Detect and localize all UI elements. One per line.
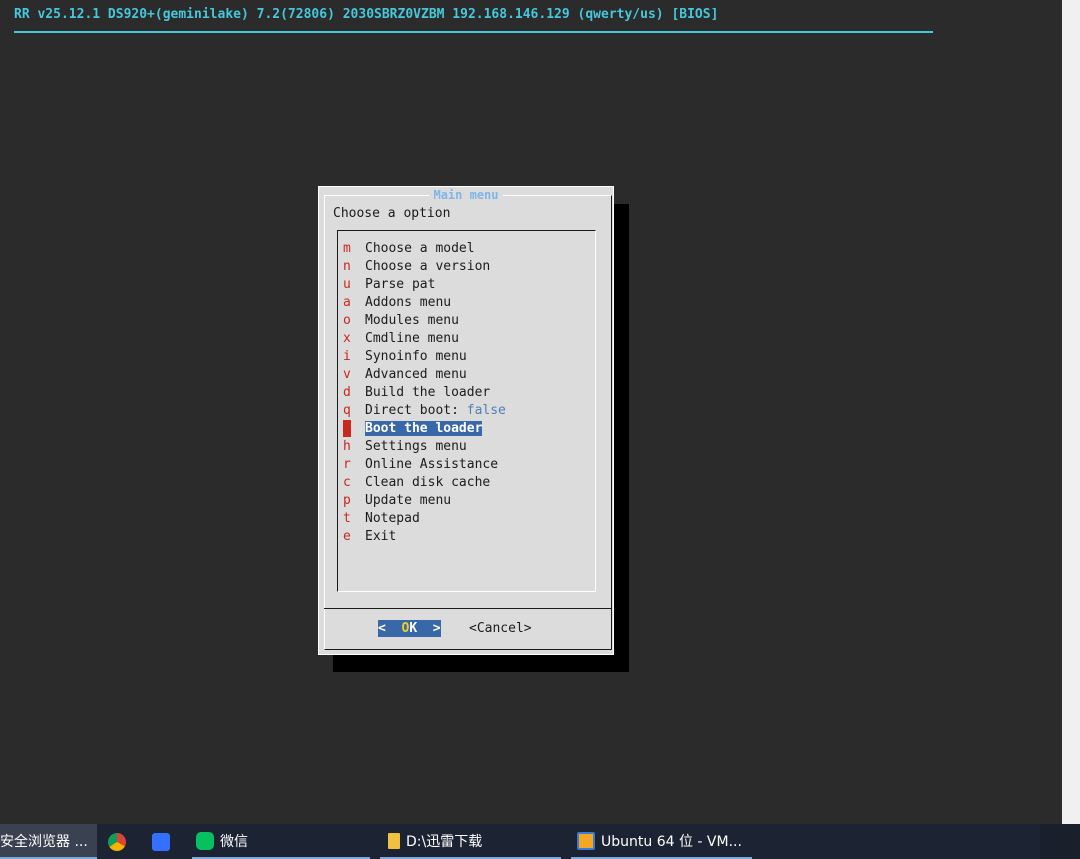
menu-item-label: Choose a version: [365, 259, 491, 274]
menu-item-label: Direct boot:: [365, 403, 467, 418]
system-tray[interactable]: [1040, 824, 1080, 859]
vertical-scrollbar[interactable]: [1062, 0, 1080, 824]
menu-item-key: a: [343, 295, 351, 310]
menu-item-label: Choose a model: [365, 241, 475, 256]
menu-item-key: v: [343, 367, 351, 382]
taskbar-chrome[interactable]: [108, 824, 132, 859]
menu-item-value: false: [466, 403, 506, 418]
menu-item[interactable]: x Cmdline menu: [343, 330, 459, 347]
taskbar-vmware[interactable]: Ubuntu 64 位 - VM...: [571, 824, 752, 859]
menu-item[interactable]: h Settings menu: [343, 438, 467, 455]
taskbar-browser[interactable]: 安全浏览器 ...: [0, 824, 97, 859]
menu-item-label: Modules menu: [365, 313, 459, 328]
menu-item-key: x: [343, 331, 351, 346]
dialog-prompt: Choose a option: [333, 206, 451, 221]
menu-item-label: Addons menu: [365, 295, 452, 310]
menu-item-label: Update menu: [365, 493, 452, 508]
menu-item[interactable]: q Direct boot: false: [343, 402, 506, 419]
menu-item[interactable]: o Modules menu: [343, 312, 459, 329]
menu-item-key: r: [343, 457, 351, 472]
menu-item[interactable]: r Online Assistance: [343, 456, 498, 473]
loader-header: RR v25.12.1 DS920+(geminilake) 7.2(72806…: [14, 7, 719, 22]
menu-item[interactable]: d Build the loader: [343, 384, 490, 401]
vmware-icon: [577, 831, 595, 850]
taskbar-feishu[interactable]: [152, 824, 176, 859]
menu-item-label: Boot the loader: [365, 421, 483, 436]
menu-item-label: Notepad: [365, 511, 420, 526]
dialog-title-text: Main menu: [429, 188, 503, 202]
menu-item-key: m: [343, 241, 351, 256]
menu-item-key: e: [343, 529, 351, 544]
menu-item[interactable]: n Choose a version: [343, 258, 490, 275]
header-rule: [14, 31, 933, 33]
menu-item[interactable]: p Update menu: [343, 492, 451, 509]
ok-button[interactable]: < OK >: [378, 620, 441, 637]
cancel-button[interactable]: <Cancel>: [469, 620, 532, 637]
menu-item[interactable]: t Notepad: [343, 510, 420, 527]
menu-item-label: Synoinfo menu: [365, 349, 467, 364]
taskbar-wechat-label: 微信: [220, 833, 248, 850]
menu-item-key: t: [343, 511, 351, 526]
taskbar-vmware-label: Ubuntu 64 位 - VM...: [601, 833, 742, 850]
ok-right: >: [417, 621, 441, 636]
menu-item-key: b: [343, 420, 351, 437]
taskbar-wechat[interactable]: 微信: [192, 824, 370, 859]
menu-item-key: p: [343, 493, 351, 508]
ok-rest: K: [409, 621, 418, 636]
dialog-title: Main menu: [318, 188, 614, 202]
menu-item-key: c: [343, 475, 351, 490]
menu-item-label: Parse pat: [365, 277, 436, 292]
menu-item[interactable]: u Parse pat: [343, 276, 435, 293]
menu-item-label: Online Assistance: [365, 457, 499, 472]
menu-item-key: u: [343, 277, 351, 292]
menu-item[interactable]: e Exit: [343, 528, 396, 545]
folder-icon: [388, 832, 400, 849]
menu-item-key: o: [343, 313, 351, 328]
taskbar-browser-label: 安全浏览器 ...: [0, 833, 88, 850]
menu-item[interactable]: c Clean disk cache: [343, 474, 490, 491]
taskbar-explorer-label: D:\迅雷下载: [406, 833, 483, 850]
menu-item[interactable]: i Synoinfo menu: [343, 348, 467, 365]
menu-item-label: Build the loader: [365, 385, 491, 400]
chrome-icon: [108, 832, 126, 851]
menu-item-key: n: [343, 259, 351, 274]
menu-item-key: d: [343, 385, 351, 400]
menu-item-key: q: [343, 403, 351, 418]
vm-console[interactable]: RR v25.12.1 DS920+(geminilake) 7.2(72806…: [0, 0, 1062, 824]
menu-item-key: h: [343, 439, 351, 454]
menu-item[interactable]: v Advanced menu: [343, 366, 467, 383]
menu-item-key: i: [343, 349, 351, 364]
ok-left: <: [378, 621, 402, 636]
menu-item[interactable]: b Boot the loader: [343, 420, 483, 437]
menu-item-label: Cmdline menu: [365, 331, 459, 346]
menu-item-label: Clean disk cache: [365, 475, 491, 490]
menu-item-label: Exit: [365, 529, 397, 544]
wechat-icon: [196, 831, 214, 850]
main-menu-dialog: Main menu Choose a option m Choose a mode…: [318, 186, 614, 655]
button-separator: [324, 608, 611, 609]
menu-item[interactable]: a Addons menu: [343, 294, 451, 311]
taskbar-explorer[interactable]: D:\迅雷下载: [380, 824, 561, 859]
feishu-icon: [152, 832, 170, 851]
menu-item-label: Advanced menu: [365, 367, 467, 382]
menu-item[interactable]: m Choose a model: [343, 240, 475, 257]
taskbar: 安全浏览器 ... 微信 D:\迅雷下载 Ubuntu 64 位 - VM...: [0, 824, 1080, 859]
menu-item-label: Settings menu: [365, 439, 467, 454]
